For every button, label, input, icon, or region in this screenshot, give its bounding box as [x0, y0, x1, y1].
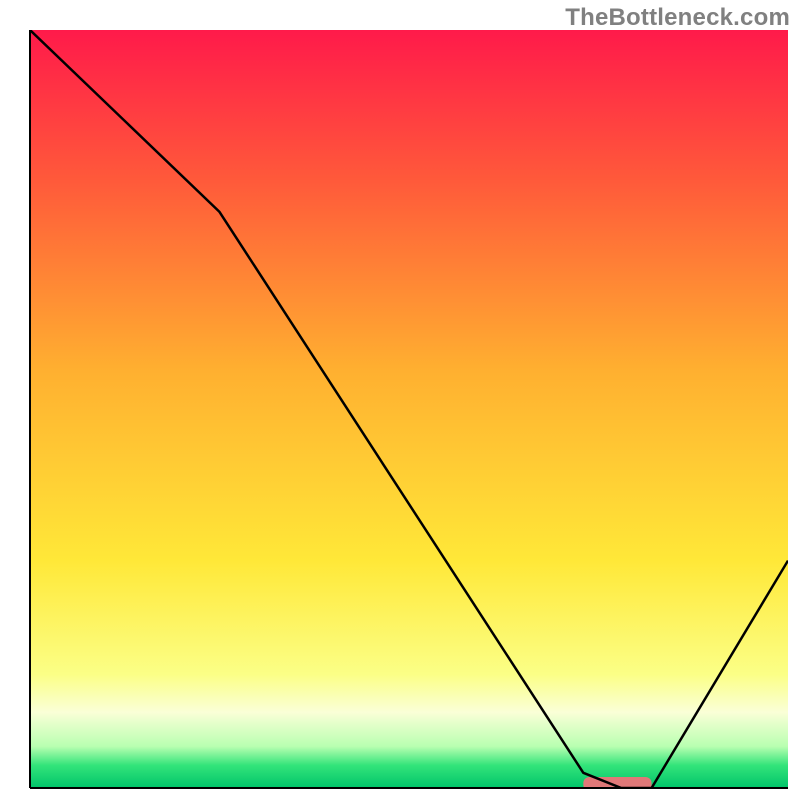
chart-svg: [0, 0, 800, 800]
watermark-label: TheBottleneck.com: [565, 4, 790, 32]
bottleneck-chart: TheBottleneck.com: [0, 0, 800, 800]
plot-background: [30, 30, 788, 788]
